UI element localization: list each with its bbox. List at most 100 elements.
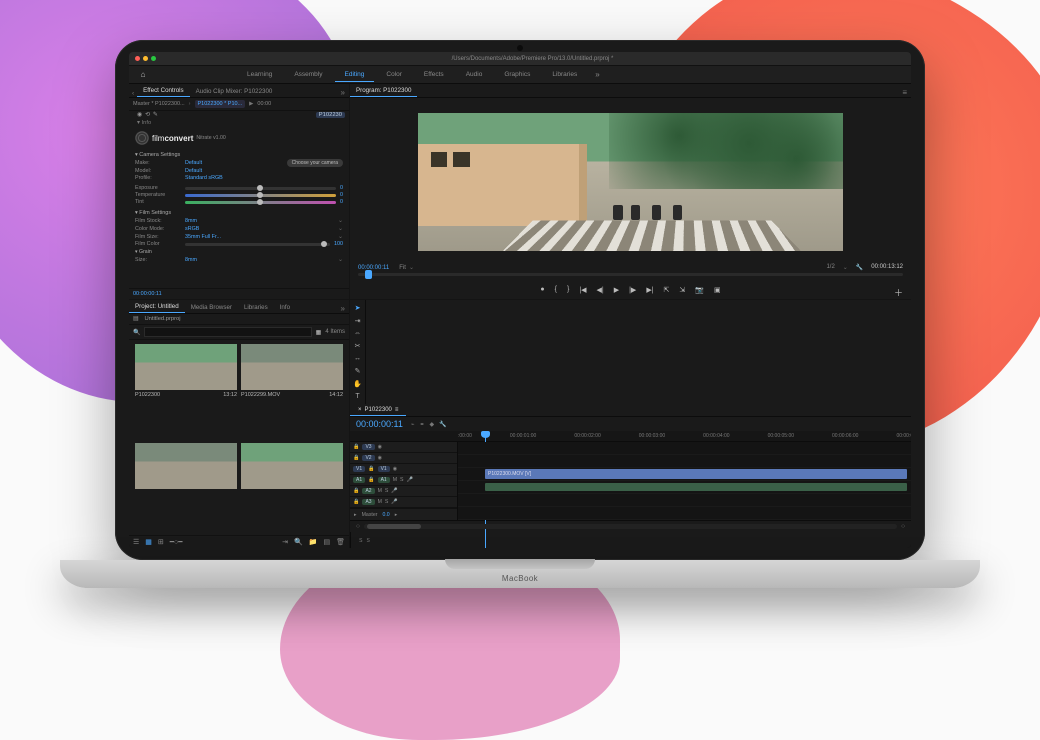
program-current-timecode[interactable]: 00:00:00:11 [358, 265, 389, 271]
icon-view-icon[interactable]: ▦ [145, 538, 152, 546]
project-search-input[interactable] [144, 327, 311, 337]
loop-icon[interactable]: ⟲ [145, 112, 150, 118]
step-back-icon[interactable]: ◀| [597, 286, 604, 294]
tab-info[interactable]: Info [274, 302, 296, 313]
chevron-down-icon[interactable]: ⌄ [338, 233, 343, 240]
timeline-timecode[interactable]: 00:00:00:11 [356, 419, 403, 429]
track-header-a1[interactable]: A1🔒A1MS🎤 [350, 475, 457, 486]
track-header-v2[interactable]: 🔒V2◉ [350, 453, 457, 464]
workspace-tab-color[interactable]: Color [376, 68, 412, 82]
tab-effect-controls[interactable]: Effect Controls [137, 85, 189, 97]
maximize-icon[interactable] [151, 56, 156, 61]
workspace-tab-editing[interactable]: Editing [335, 68, 375, 82]
comparison-view-icon[interactable]: ▣ [714, 286, 721, 294]
camera-settings-header[interactable]: ▾ Camera Settings [135, 152, 343, 158]
ec-clip-label[interactable]: P1022300 * P10... [195, 100, 246, 108]
add-marker-icon[interactable]: ● [540, 286, 544, 294]
tab-libraries[interactable]: Libraries [238, 302, 274, 313]
panel-overflow-icon[interactable]: » [337, 88, 349, 97]
workspace-tab-assembly[interactable]: Assembly [284, 68, 332, 82]
program-monitor-viewport[interactable] [350, 98, 911, 262]
film-stock-value[interactable]: 8mm [185, 218, 197, 224]
effect-node-toggle[interactable]: ▾ Info [129, 119, 349, 127]
clip-thumbnail[interactable] [241, 443, 343, 532]
home-icon[interactable]: ⌂ [129, 70, 157, 79]
export-frame-icon[interactable]: 📷 [695, 286, 704, 294]
audio-clip[interactable] [485, 483, 907, 491]
slip-tool-icon[interactable]: ↔ [354, 355, 361, 362]
new-bin-icon[interactable]: 📁 [309, 538, 318, 546]
temperature-slider[interactable] [185, 194, 336, 197]
timeline-ruler[interactable]: :00:00 00:00:01:00 00:00:02:00 00:00:03:… [350, 431, 911, 442]
search-icon[interactable]: 🔍 [133, 329, 140, 336]
video-clip[interactable]: P1022300.MOV [V] [485, 469, 907, 479]
ec-header-play-icon[interactable]: ▶ [249, 101, 253, 107]
workspace-overflow-icon[interactable]: » [587, 70, 607, 79]
workspace-tab-libraries[interactable]: Libraries [542, 68, 587, 82]
exposure-value[interactable]: 0 [340, 185, 343, 191]
track-lanes[interactable]: P1022300.MOV [V] [458, 442, 911, 520]
solo-left[interactable]: S [359, 538, 362, 544]
track-header-a3[interactable]: 🔒A3MS🎤 [350, 497, 457, 508]
go-to-out-icon[interactable]: ▶| [646, 286, 653, 294]
add-marker-icon[interactable]: ◆ [430, 421, 435, 428]
timeline-settings-icon[interactable]: 🔧 [439, 421, 446, 428]
workspace-tab-audio[interactable]: Audio [456, 68, 493, 82]
linked-selection-icon[interactable]: ⚭ [420, 421, 425, 428]
list-view-icon[interactable]: ☰ [133, 538, 139, 546]
resolution-dropdown[interactable]: 1/2 [826, 264, 834, 271]
track-header-a2[interactable]: 🔒A2MS🎤 [350, 486, 457, 497]
track-header-master[interactable]: ▸ Master 0.0 ▸ [350, 508, 457, 520]
grain-header[interactable]: ▾ Grain [135, 249, 343, 255]
new-item-icon[interactable]: ▤ [323, 538, 330, 546]
find-icon[interactable]: 🔍 [294, 538, 303, 546]
lift-icon[interactable]: ⇱ [664, 286, 670, 294]
panel-overflow-icon[interactable]: » [337, 304, 349, 313]
pen-tool-icon[interactable]: ✎ [355, 367, 361, 375]
playhead-marker[interactable] [365, 270, 372, 279]
tab-audio-clip-mixer[interactable]: Audio Clip Mixer: P1022300 [190, 86, 279, 97]
clip-thumbnail[interactable]: P1022299.MOV14:12 [241, 344, 343, 439]
extract-icon[interactable]: ⇲ [679, 286, 685, 294]
zoom-in-icon[interactable]: ○ [901, 523, 905, 530]
clip-thumbnail[interactable]: P102230013:12 [135, 344, 237, 439]
selection-tool-icon[interactable]: ➤ [355, 304, 361, 312]
film-size-value[interactable]: 35mm Full Fr... [185, 234, 221, 240]
hand-tool-icon[interactable]: ✋ [353, 380, 362, 388]
automate-to-sequence-icon[interactable]: ⇥ [282, 538, 288, 546]
model-value[interactable]: Default [185, 168, 202, 174]
zoom-slider[interactable]: ━○━ [170, 538, 183, 546]
razor-tool-icon[interactable]: ✂ [355, 342, 361, 350]
step-forward-icon[interactable]: |▶ [629, 286, 636, 294]
workspace-tab-graphics[interactable]: Graphics [494, 68, 540, 82]
color-mode-value[interactable]: sRGB [185, 226, 199, 232]
sequence-tab[interactable]: × P1022300 ≡ [350, 405, 406, 416]
chevron-down-icon[interactable]: ⌄ [409, 264, 414, 271]
chevron-down-icon[interactable]: ⌄ [338, 256, 343, 263]
button-editor-icon[interactable]: ＋ [894, 286, 903, 299]
workspace-tab-effects[interactable]: Effects [414, 68, 454, 82]
tab-media-browser[interactable]: Media Browser [185, 302, 238, 313]
tint-value[interactable]: 0 [340, 199, 343, 205]
snap-icon[interactable]: ⌁ [411, 421, 415, 428]
minimize-icon[interactable] [143, 56, 148, 61]
track-header-v1[interactable]: V1🔒V1◉ [350, 464, 457, 475]
wrench-icon[interactable]: 🔧 [856, 264, 863, 271]
zoom-out-icon[interactable]: ○ [356, 523, 360, 530]
exposure-slider[interactable] [185, 187, 336, 190]
go-to-in-icon[interactable]: |◀ [579, 286, 586, 294]
mark-in-icon[interactable]: { [555, 286, 557, 294]
profile-value[interactable]: Standard sRGB [185, 175, 223, 181]
ripple-edit-tool-icon[interactable]: ⇔ [354, 330, 361, 337]
eye-icon[interactable]: ◉ [137, 112, 142, 118]
clip-thumbnail[interactable] [135, 443, 237, 532]
tint-slider[interactable] [185, 201, 336, 204]
fit-dropdown[interactable]: Fit [399, 265, 406, 271]
film-settings-header[interactable]: ▾ Film Settings [135, 210, 343, 216]
workspace-tab-learning[interactable]: Learning [237, 68, 282, 82]
tab-project[interactable]: Project: Untitled [129, 301, 185, 313]
close-icon[interactable] [135, 56, 140, 61]
temperature-value[interactable]: 0 [340, 192, 343, 198]
timeline-zoom-scrollbar[interactable] [364, 524, 897, 529]
panel-nav-left-icon[interactable]: ‹ [129, 90, 137, 97]
